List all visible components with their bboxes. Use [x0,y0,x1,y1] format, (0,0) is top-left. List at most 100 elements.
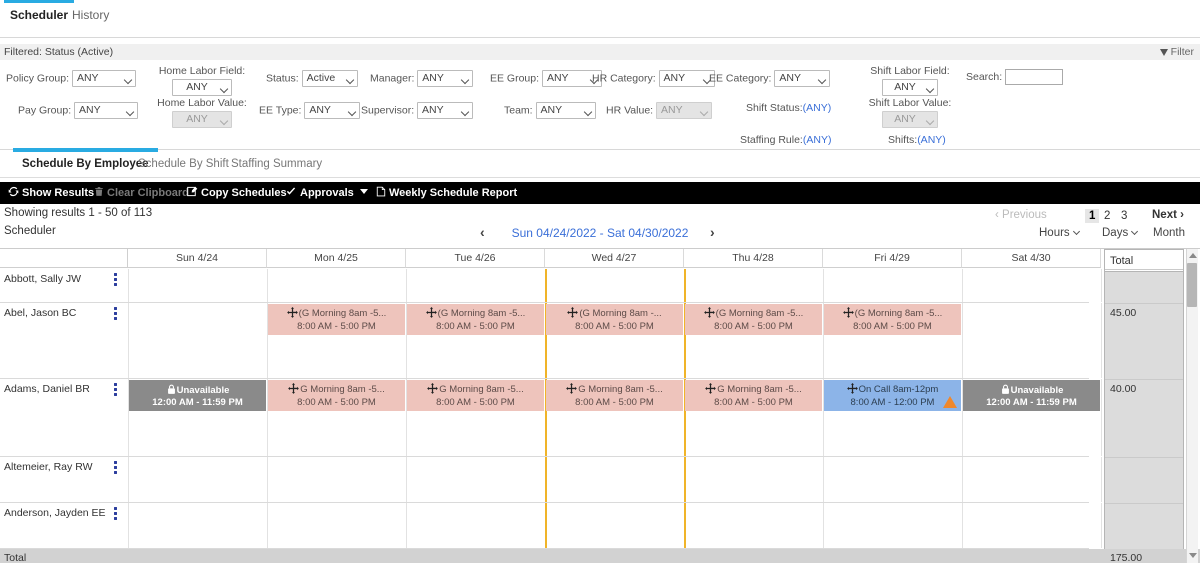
search-input[interactable] [1005,69,1064,85]
manager-select[interactable]: ANY [417,70,474,87]
copy-schedules-button[interactable]: Copy Schedules [187,182,287,204]
employee-menu-icon[interactable] [114,383,118,396]
shift-time: 8:00 AM - 5:00 PM [297,397,376,408]
next-week-button[interactable]: › [710,224,715,240]
employee-menu-icon[interactable] [114,507,118,520]
shift-block[interactable]: G Morning 8am -5... 8:00 AM - 5:00 PM [268,380,405,411]
cell-divider [1101,379,1102,456]
policy-group-value: ANY [76,72,99,84]
employee-name: Adams, Daniel BR [4,383,90,395]
tab-history[interactable]: History [72,8,109,22]
employee-menu-icon[interactable] [114,307,118,320]
shift-time: 8:00 AM - 5:00 PM [575,321,654,332]
month-view-button[interactable]: Month [1153,227,1185,239]
policy-group-select[interactable]: ANY [71,70,136,87]
shift-block[interactable]: Unavailable 12:00 AM - 11:59 PM [129,380,266,411]
page-2-button[interactable]: 2 [1100,209,1114,223]
previous-page-button[interactable]: ‹ Previous [995,209,1047,221]
cell-divider [128,457,129,502]
days-view-dropdown[interactable]: Days [1102,227,1139,239]
shift-status-value[interactable]: (ANY) [803,102,832,114]
page-1-button[interactable]: 1 [1085,209,1100,223]
vertical-scrollbar-thumb[interactable] [1187,263,1197,307]
shift-block[interactable]: (G Morning 8am -5... 8:00 AM - 5:00 PM [407,304,544,335]
check-icon [285,183,297,205]
ee-type-value: ANY [309,104,331,116]
field-shift-labor-field: Shift Labor Field: ANY [858,65,962,96]
shift-title: (G Morning 8am -... [546,307,683,321]
hr-category-value: ANY [663,72,686,84]
shift-title: G Morning 8am -5... [546,383,683,397]
total-column-divider [1105,457,1183,458]
next-page-button[interactable]: Next › [1152,209,1184,221]
clear-clipboard-button[interactable]: Clear Clipboard [94,182,189,204]
status-label: Status: [266,72,299,85]
field-team: Team: ANY [504,102,596,119]
shift-block[interactable]: (G Morning 8am -5... 8:00 AM - 5:00 PM [268,304,405,335]
trash-icon [94,183,104,205]
approvals-button[interactable]: Approvals [285,182,368,204]
tab-schedule-by-employee[interactable]: Schedule By Employee [13,148,158,170]
cell-divider [1101,457,1102,502]
hr-category-label: HR Category: [592,72,656,85]
move-icon [846,383,858,397]
filtered-status-bar: Filtered: Status (Active) Filter [0,44,1200,65]
supervisor-select[interactable]: ANY [417,102,474,119]
employee-name: Altemeier, Ray RW [4,461,93,473]
cell-divider [962,457,963,502]
shift-status-label: Shift Status: [746,102,803,114]
employee-menu-icon[interactable] [114,273,118,286]
shift-time: 8:00 AM - 5:00 PM [714,321,793,332]
shift-labor-field-select[interactable]: ANY [882,79,938,96]
scroll-up-arrow-icon[interactable] [1189,253,1197,258]
weekly-schedule-report-button[interactable]: Weekly Schedule Report [376,182,517,204]
team-select[interactable]: ANY [535,102,596,119]
shift-time: 8:00 AM - 5:00 PM [575,397,654,408]
day-header-3: Wed 4/27 [545,249,684,268]
ee-category-select[interactable]: ANY [774,70,831,87]
hours-view-dropdown[interactable]: Hours [1039,227,1080,239]
shift-labor-value-select[interactable]: ANY [882,111,938,128]
page-3-button[interactable]: 3 [1117,209,1131,223]
shift-time: 8:00 AM - 5:00 PM [297,321,376,332]
shift-title: Unavailable [129,383,266,398]
tab-schedule-by-shift[interactable]: Schedule By Shift [138,158,229,170]
home-labor-field-select[interactable]: ANY [172,79,232,96]
shifts-value[interactable]: (ANY) [917,134,946,146]
cell-divider [823,269,824,302]
show-results-button[interactable]: Show Results [8,182,94,204]
employee-row: Abel, Jason BC (G Morning 8am -5... 8:00 A… [0,303,1102,379]
staffing-rule-value[interactable]: (ANY) [803,134,832,146]
hr-value-select[interactable]: ANY [656,102,712,119]
filter-button[interactable]: Filter [1159,44,1194,65]
pay-group-select[interactable]: ANY [74,102,139,119]
shift-block[interactable]: G Morning 8am -5... 8:00 AM - 5:00 PM [685,380,822,411]
employee-name: Abel, Jason BC [4,307,77,319]
scroll-down-arrow-icon[interactable] [1189,553,1197,558]
warning-icon[interactable] [943,396,957,408]
home-labor-value-select[interactable]: ANY [172,111,232,128]
shift-block[interactable]: Unavailable 12:00 AM - 11:59 PM [963,380,1100,411]
total-column-divider [1105,379,1183,380]
shift-block[interactable]: G Morning 8am -5... 8:00 AM - 5:00 PM [546,380,683,411]
shift-block[interactable]: (G Morning 8am -5... 8:00 AM - 5:00 PM [685,304,822,335]
day-header-6: Sat 4/30 [962,249,1101,268]
shift-time: 8:00 AM - 5:00 PM [714,397,793,408]
employee-menu-icon[interactable] [114,461,118,474]
status-select[interactable]: Active [301,70,358,87]
hr-category-select[interactable]: ANY [658,70,715,87]
status-value: Active [306,72,336,84]
shift-block[interactable]: On Call 8am-12pm 8:00 AM - 12:00 PM [824,380,961,411]
total-column-divider [1105,503,1183,504]
refresh-icon [8,183,19,205]
shift-block[interactable]: G Morning 8am -5... 8:00 AM - 5:00 PM [407,380,544,411]
ee-type-select[interactable]: ANY [304,102,361,119]
tab-staffing-summary[interactable]: Staffing Summary [231,158,322,170]
shift-block[interactable]: (G Morning 8am -... 8:00 AM - 5:00 PM [546,304,683,335]
tab-scheduler-label: Scheduler [10,8,69,22]
field-status: Status: Active [266,70,358,87]
chevron-down-icon[interactable] [359,189,368,194]
tab-scheduler[interactable]: Scheduler [4,0,75,22]
shift-block[interactable]: (G Morning 8am -5... 8:00 AM - 5:00 PM [824,304,961,335]
hours-view-label: Hours [1039,227,1070,239]
